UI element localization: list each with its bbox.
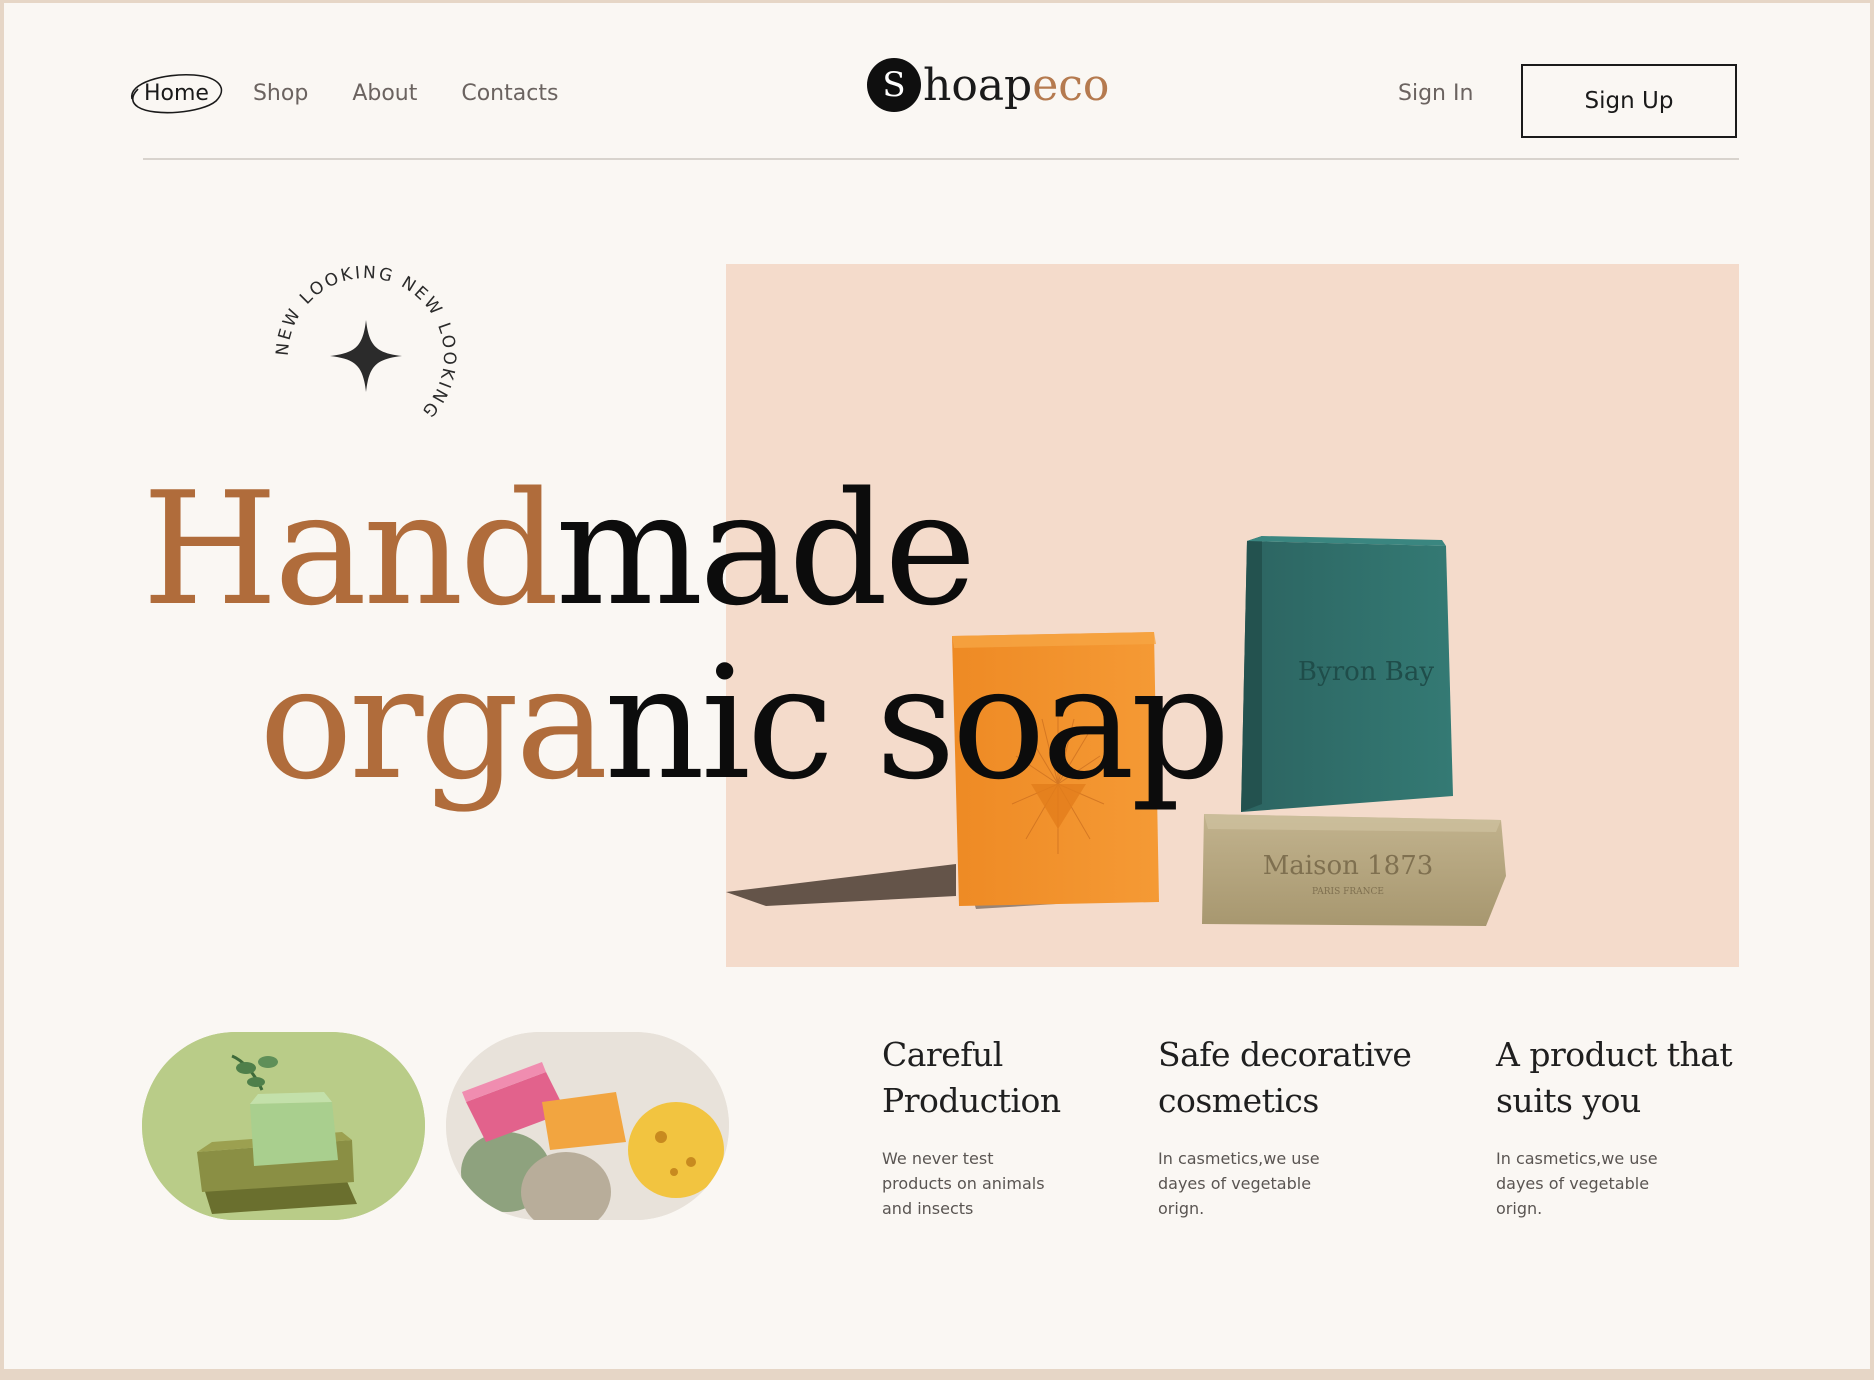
feature-title-line2: Production xyxy=(882,1081,1061,1120)
hero-heading-accent-2: orga xyxy=(259,632,608,814)
feature-title-line1: Careful xyxy=(882,1035,1003,1074)
green-soap-label: Byron Bay xyxy=(1298,657,1434,687)
landing-page: Home Shop About Contacts S hoapeco Sign … xyxy=(4,3,1870,1369)
header-divider xyxy=(143,158,1739,160)
nav-contacts[interactable]: Contacts xyxy=(461,81,558,106)
feature-text: In casmetics,we use dayes of vegetable o… xyxy=(1496,1149,1658,1218)
feature-careful-production: Careful Production We never test products… xyxy=(882,1032,1152,1221)
hero-heading-rest-2: nic soap xyxy=(604,632,1230,814)
logo-mark: S xyxy=(867,58,921,112)
feature-title-line1: Safe decorative xyxy=(1158,1035,1412,1074)
feature-text: In casmetics,we use dayes of vegetable o… xyxy=(1158,1149,1320,1218)
main-nav: Home Shop About Contacts xyxy=(131,73,602,114)
nav-about[interactable]: About xyxy=(352,81,417,106)
feature-title-line2: suits you xyxy=(1496,1081,1641,1120)
feature-title: Safe decorative cosmetics xyxy=(1158,1032,1428,1124)
sparkle-star-icon xyxy=(330,320,402,392)
green-soaps-photo xyxy=(142,1032,425,1220)
active-nav-ring xyxy=(131,73,223,114)
logo-text: hoapeco xyxy=(923,60,1109,111)
feature-suits-you: A product that suits you In casmetics,we … xyxy=(1496,1032,1766,1221)
nav-home[interactable]: Home xyxy=(131,73,223,114)
logo-text-dark: hoap xyxy=(923,59,1033,111)
soap-thumbnail-assorted[interactable] xyxy=(446,1032,729,1220)
logo-text-accent: eco xyxy=(1032,59,1110,111)
beige-soap-label: Maison 1873 xyxy=(1263,851,1434,881)
beige-soap-bar: Maison 1873 PARIS FRANCE xyxy=(1202,814,1506,926)
sign-up-button[interactable]: Sign Up xyxy=(1521,64,1737,138)
hero-heading: Handmade organic soap xyxy=(142,471,1231,801)
feature-safe-cosmetics: Safe decorative cosmetics In casmetics,we… xyxy=(1158,1032,1428,1221)
hero-heading-line1: Handmade xyxy=(142,458,977,640)
feature-title-line1: A product that xyxy=(1496,1035,1733,1074)
beige-soap-sublabel: PARIS FRANCE xyxy=(1312,887,1384,897)
brand-logo[interactable]: S hoapeco xyxy=(867,58,1109,112)
hero-heading-rest-1: made xyxy=(555,458,976,640)
feature-title: A product that suits you xyxy=(1496,1032,1766,1124)
nav-shop[interactable]: Shop xyxy=(253,81,308,106)
hero-heading-line2: organic soap xyxy=(259,645,1231,801)
hero-heading-accent-1: Hand xyxy=(142,458,559,640)
feature-text: We never test products on animals and in… xyxy=(882,1149,1045,1218)
sign-in-link[interactable]: Sign In xyxy=(1398,81,1473,106)
new-looking-badge: NEW LOOKING NEW LOOKING xyxy=(273,263,457,423)
feature-title: Careful Production xyxy=(882,1032,1152,1124)
assorted-soaps-photo xyxy=(446,1032,729,1220)
feature-title-line2: cosmetics xyxy=(1158,1081,1319,1120)
green-soap-bar: Byron Bay xyxy=(1241,536,1453,812)
soap-thumbnail-green[interactable] xyxy=(142,1032,425,1220)
